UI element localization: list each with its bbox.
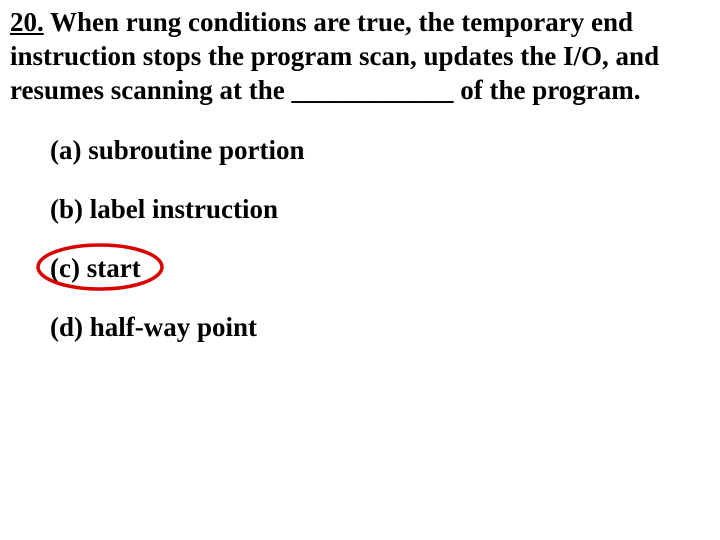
option-a: (a) subroutine portion: [50, 135, 710, 166]
question-text: When rung conditions are true, the tempo…: [10, 7, 659, 105]
option-b-text: (b) label instruction: [50, 194, 278, 224]
option-d: (d) half-way point: [50, 312, 710, 343]
question-block: 20. When rung conditions are true, the t…: [10, 6, 710, 107]
option-d-text: (d) half-way point: [50, 312, 257, 342]
option-b: (b) label instruction: [50, 194, 710, 225]
option-c-text: (c) start: [50, 253, 141, 283]
options-list: (a) subroutine portion (b) label instruc…: [10, 135, 710, 343]
question-number: 20.: [10, 7, 44, 37]
option-a-text: (a) subroutine portion: [50, 135, 305, 165]
question-page: 20. When rung conditions are true, the t…: [0, 0, 720, 381]
option-c: (c) start: [50, 253, 710, 284]
